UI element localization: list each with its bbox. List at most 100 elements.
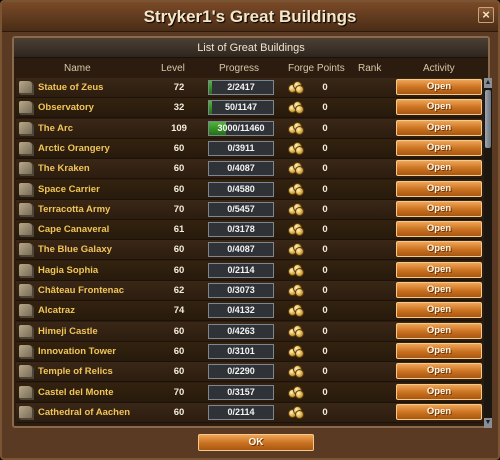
building-name[interactable]: Arctic Orangery [38, 143, 110, 154]
forge-points-value: 0 [322, 244, 328, 256]
forge-points-value: 0 [322, 102, 328, 114]
building-name[interactable]: Space Carrier [38, 184, 100, 195]
progress-bar: 2/2417 [208, 80, 274, 95]
table-row: Himeji Castle 60 0/4263 0 Open [16, 321, 482, 342]
forge-points-value: 0 [322, 325, 328, 337]
open-button[interactable]: Open [396, 342, 482, 359]
ok-button[interactable]: OK [198, 434, 314, 451]
scroll-up-arrow-icon[interactable]: ▲ [484, 78, 492, 88]
table-row: Terracotta Army 70 0/5457 0 Open [16, 199, 482, 220]
progress-text: 0/2114 [227, 264, 255, 275]
building-name[interactable]: The Blue Galaxy [38, 244, 112, 255]
open-button[interactable]: Open [396, 139, 482, 156]
forge-points-value: 0 [322, 183, 328, 195]
forge-points-icon [288, 81, 304, 94]
building-level: 61 [173, 224, 185, 236]
progress-bar: 0/2114 [208, 404, 274, 420]
building-name[interactable]: Statue of Zeus [38, 82, 103, 93]
building-name[interactable]: Alcatraz [38, 305, 75, 316]
building-level: 60 [173, 244, 185, 256]
open-button[interactable]: Open [396, 403, 482, 420]
building-icon [19, 121, 34, 136]
column-header-forge-points: Forge Points [288, 63, 345, 74]
forge-points-icon [288, 182, 304, 196]
forge-points-value: 0 [322, 82, 328, 93]
building-level: 72 [173, 82, 185, 93]
open-button[interactable]: Open [396, 160, 482, 177]
open-button[interactable]: Open [396, 282, 482, 298]
building-name[interactable]: Cape Canaveral [38, 224, 109, 235]
building-level: 60 [173, 183, 185, 195]
building-name[interactable]: The Arc [38, 123, 73, 134]
forge-points-icon [288, 121, 304, 135]
table-row: Cathedral of Aachen 60 0/2114 0 Open [16, 402, 482, 423]
forge-points-icon [288, 385, 304, 399]
progress-text: 0/2114 [227, 406, 255, 417]
building-icon [19, 81, 34, 95]
building-name[interactable]: Castel del Monte [38, 387, 114, 398]
close-button[interactable]: × [478, 7, 494, 23]
building-name[interactable]: Terracotta Army [38, 204, 110, 215]
forge-points-icon [288, 344, 304, 358]
building-icon [19, 162, 34, 177]
building-name[interactable]: Himeji Castle [38, 326, 98, 337]
progress-text: 0/4087 [227, 244, 255, 255]
forge-points-value: 0 [322, 386, 328, 398]
open-button[interactable]: Open [396, 180, 482, 197]
column-header-name: Name [64, 63, 91, 74]
scrollbar[interactable]: ▲ ▼ [484, 78, 492, 428]
forge-points-value: 0 [322, 203, 328, 215]
forge-points-icon [288, 243, 304, 257]
column-header-activity: Activity [423, 63, 455, 74]
progress-bar: 0/4580 [208, 181, 274, 197]
open-button[interactable]: Open [396, 322, 482, 339]
building-name[interactable]: Temple of Relics [38, 366, 113, 377]
scroll-thumb[interactable] [485, 90, 491, 148]
building-name[interactable]: Observatory [38, 102, 94, 113]
progress-bar: 0/5457 [208, 201, 274, 217]
progress-text: 0/5457 [227, 203, 255, 214]
forge-points-value: 0 [322, 285, 328, 296]
title-bar: Stryker1's Great Buildings × [2, 2, 498, 32]
progress-text: 3000/11460 [217, 122, 265, 133]
building-name[interactable]: Château Frontenac [38, 285, 124, 296]
progress-text: 50/1147 [224, 102, 258, 113]
open-button[interactable]: Open [396, 200, 482, 217]
progress-text: 2/2417 [227, 82, 255, 92]
open-button[interactable]: Open [396, 383, 482, 400]
open-button[interactable]: Open [396, 261, 482, 278]
progress-text: 0/3101 [227, 345, 255, 356]
progress-bar: 0/3178 [208, 222, 274, 238]
progress-bar: 3000/11460 [208, 120, 274, 136]
progress-text: 0/2290 [227, 366, 255, 377]
open-button[interactable]: Open [396, 363, 482, 380]
open-button[interactable]: Open [396, 99, 482, 116]
building-icon [19, 344, 34, 359]
open-button[interactable]: Open [396, 79, 482, 95]
progress-bar: 0/3073 [208, 283, 274, 298]
building-name[interactable]: The Kraken [38, 163, 90, 174]
building-level: 60 [173, 345, 185, 357]
progress-bar: 0/4087 [208, 242, 274, 258]
scroll-down-arrow-icon[interactable]: ▼ [484, 418, 492, 428]
open-button[interactable]: Open [396, 241, 482, 258]
forge-points-icon [288, 304, 304, 318]
building-level: 60 [173, 142, 185, 154]
panel-header: List of Great Buildings [14, 38, 488, 58]
great-buildings-panel: List of Great Buildings Name Level Progr… [12, 36, 492, 428]
forge-points-icon [288, 324, 304, 338]
table-row: Cape Canaveral 61 0/3178 0 Open [16, 220, 482, 241]
building-name[interactable]: Hagia Sophia [38, 265, 98, 276]
building-name[interactable]: Innovation Tower [38, 346, 116, 357]
building-icon [19, 365, 34, 380]
open-button[interactable]: Open [396, 221, 482, 238]
table-row: Statue of Zeus 72 2/2417 0 Open [16, 78, 482, 98]
column-header-progress: Progress [219, 63, 260, 74]
open-button[interactable]: Open [396, 119, 482, 136]
building-name[interactable]: Cathedral of Aachen [38, 407, 130, 418]
open-button[interactable]: Open [396, 302, 482, 319]
building-icon [19, 182, 34, 197]
forge-points-value: 0 [322, 163, 328, 175]
table-row: Arctic Orangery 60 0/3911 0 Open [16, 138, 482, 159]
building-level: 60 [173, 264, 185, 276]
